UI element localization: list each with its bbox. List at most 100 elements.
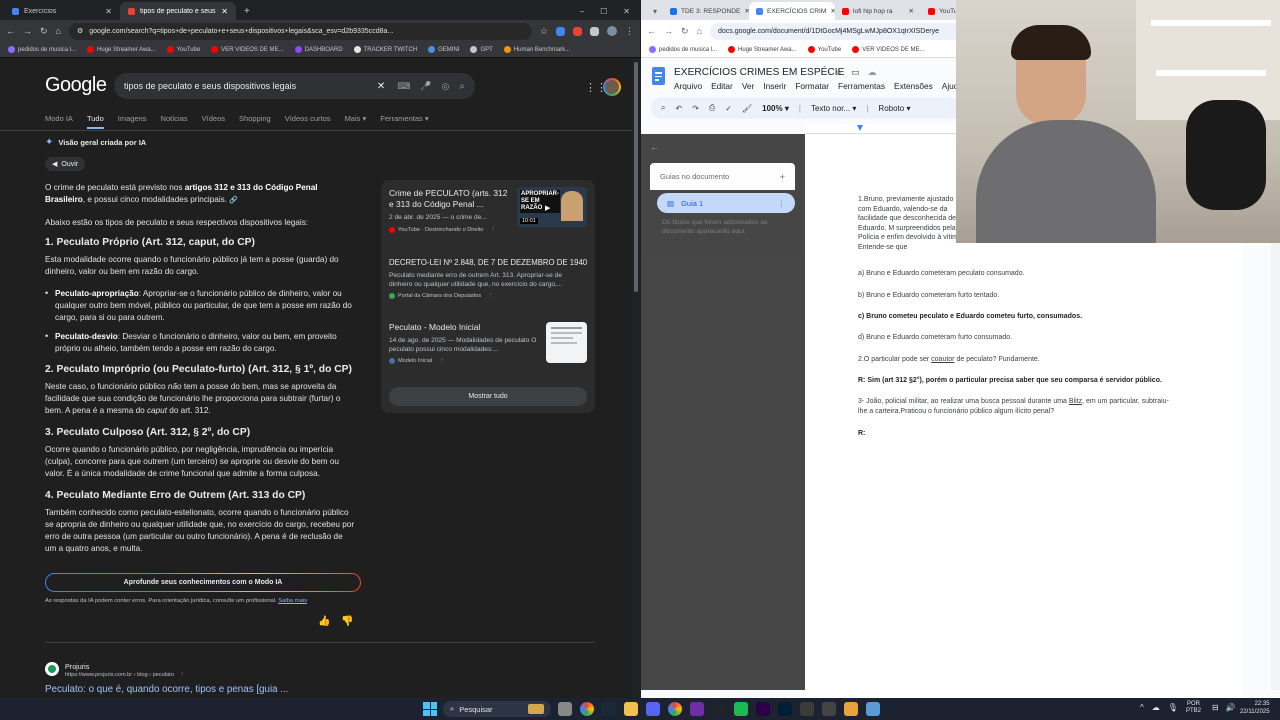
doc-title[interactable]: EXERCÍCIOS CRIMES EM ESPÉCIE: [674, 67, 844, 78]
menu-ferramentas[interactable]: Ferramentas: [838, 81, 885, 91]
star-icon[interactable]: ☆: [835, 67, 843, 78]
site-info-icon[interactable]: ⚙: [77, 27, 83, 35]
menu-formatar[interactable]: Formatar: [795, 81, 829, 91]
home-icon[interactable]: ⌂: [56, 26, 61, 36]
listen-button[interactable]: ◀ Ouvir: [45, 157, 86, 171]
microphone-icon[interactable]: 🎤: [420, 81, 431, 92]
learn-more-link[interactable]: Saiba mais: [278, 598, 307, 604]
cloud-icon[interactable]: ☁: [1152, 703, 1160, 712]
menu-editar[interactable]: Editar: [711, 81, 733, 91]
keyboard-icon[interactable]: ⌨: [397, 81, 410, 92]
menu-ver[interactable]: Ver: [742, 81, 754, 91]
tab-mais[interactable]: Mais ▾: [345, 114, 367, 129]
account-avatar[interactable]: [603, 78, 621, 96]
chrome-icon[interactable]: [580, 702, 594, 716]
menu-arquivo[interactable]: Arquivo: [674, 81, 702, 91]
app-icon[interactable]: [844, 702, 858, 716]
microphone-icon[interactable]: 🎙: [1168, 703, 1178, 712]
close-tab-icon[interactable]: ✕: [221, 7, 228, 16]
address-bar[interactable]: ⚙ google.com/search?q=tipos+de+peculato+…: [68, 22, 532, 40]
windows-start-icon[interactable]: [423, 702, 437, 716]
show-all-button[interactable]: Mostrar tudo: [389, 387, 587, 406]
result-title-link[interactable]: Peculato: o que é, quando ocorre, tipos …: [45, 684, 288, 695]
extension-icon[interactable]: [556, 26, 565, 36]
bookmark-item[interactable]: pedidos de musica l...: [8, 46, 76, 53]
profile-avatar-icon[interactable]: [607, 26, 617, 36]
task-view-icon[interactable]: [558, 702, 572, 716]
result-url[interactable]: https://www.projuris.com.br › blog › pec…: [65, 672, 185, 678]
more-options-icon[interactable]: ⋮: [439, 358, 445, 364]
photoshop-icon[interactable]: [778, 702, 792, 716]
link-icon[interactable]: 🔗: [229, 197, 238, 204]
spellcheck-icon[interactable]: ✓: [725, 104, 732, 113]
tab-shopping[interactable]: Shopping: [239, 114, 271, 129]
discord-icon[interactable]: [646, 702, 660, 716]
capcut-icon[interactable]: [712, 702, 726, 716]
extensions-puzzle-icon[interactable]: [590, 26, 599, 36]
bookmark-item[interactable]: Huge Streamer Awa...: [728, 46, 797, 53]
menu-inserir[interactable]: Inserir: [763, 81, 786, 91]
redo-icon[interactable]: ↷: [692, 104, 699, 113]
home-icon[interactable]: ⌂: [697, 26, 702, 36]
bookmark-item[interactable]: TRACKER TWITCH: [353, 46, 417, 53]
close-tab-icon[interactable]: ✕: [908, 7, 914, 15]
bookmark-item[interactable]: Huge Streamer Awa...: [87, 46, 156, 53]
clear-search-icon[interactable]: ✕: [377, 81, 385, 92]
app-icon[interactable]: [866, 702, 880, 716]
deepen-ai-mode-button[interactable]: Aprofunde seus conhecimentos com o Modo …: [45, 573, 361, 592]
bookmark-star-icon[interactable]: ☆: [540, 26, 548, 37]
scrollbar-thumb[interactable]: [634, 62, 638, 292]
thumbs-down-icon[interactable]: 👎: [341, 616, 353, 627]
maximize-icon[interactable]: ☐: [600, 7, 607, 16]
paint-format-icon[interactable]: 🖌: [742, 104, 752, 113]
zoom-select[interactable]: 100% ▾: [762, 104, 789, 113]
menu-extensoes[interactable]: Extensões: [894, 81, 933, 91]
app-icon[interactable]: [800, 702, 814, 716]
close-window-icon[interactable]: ✕: [623, 7, 630, 16]
result-site-name[interactable]: Projuris: [65, 662, 89, 671]
video-thumbnail[interactable]: APROPRIAR-SE EM RAZÃO 10:01 ▶: [517, 187, 587, 227]
more-options-icon[interactable]: ⋮: [488, 293, 494, 299]
print-icon[interactable]: ⎙: [709, 103, 715, 113]
tab-imagens[interactable]: Imagens: [118, 114, 147, 129]
premiere-icon[interactable]: [756, 702, 770, 716]
google-logo[interactable]: Google: [45, 74, 107, 97]
tab-google-search[interactable]: tipos de peculato e seus dispo ✕: [120, 2, 236, 20]
reload-icon[interactable]: ↻: [681, 26, 689, 37]
quick-settings[interactable]: ⊟ 🔊: [1212, 703, 1236, 712]
search-menus-icon[interactable]: ⌕: [661, 103, 665, 113]
indent-marker-icon[interactable]: [857, 125, 863, 131]
obs-icon[interactable]: [690, 702, 704, 716]
bookmark-item[interactable]: YouTube: [807, 46, 841, 53]
search-icon[interactable]: ⌕: [459, 81, 465, 92]
menu-dots-icon[interactable]: ⋮: [625, 26, 634, 37]
source-card[interactable]: Crime de PECULATO (arts. 312 e 313 do Có…: [389, 188, 509, 233]
lens-icon[interactable]: ◎: [442, 81, 450, 92]
move-folder-icon[interactable]: ▭: [851, 67, 860, 78]
minimize-icon[interactable]: –: [580, 7, 584, 16]
tab-guia-1[interactable]: ▤ Guia 1 ⋮: [657, 193, 795, 213]
more-options-icon[interactable]: ⋮: [778, 199, 786, 208]
more-options-icon[interactable]: ⋮: [179, 672, 185, 678]
thumbs-up-icon[interactable]: 👍: [318, 616, 330, 627]
app-icon[interactable]: [734, 702, 748, 716]
tab-modo-ia[interactable]: Modo IA: [45, 114, 73, 129]
add-tab-icon[interactable]: +: [780, 172, 785, 182]
font-select[interactable]: Roboto ▾: [878, 104, 910, 113]
extension-icon[interactable]: [573, 26, 582, 36]
source-card[interactable]: DECRETO-LEI Nº 2.848, DE 7 DE DEZEMBRO D…: [389, 257, 587, 299]
forward-icon[interactable]: →: [23, 26, 32, 36]
bookmark-item[interactable]: VER VIDEOS DE ME...: [211, 46, 284, 53]
close-tab-icon[interactable]: ✕: [105, 7, 112, 16]
chrome-profile-icon[interactable]: [668, 702, 682, 716]
tab-lofi[interactable]: lofi hip hop ra ✕: [835, 2, 921, 20]
bookmark-item[interactable]: pedidos de musica l...: [649, 46, 717, 53]
bookmark-item[interactable]: VER VIDEOS DE ME...: [852, 46, 925, 53]
tab-tde3[interactable]: TDE 3: RESPONDE ✕: [663, 2, 749, 20]
tab-ferramentas[interactable]: Ferramentas ▾: [380, 114, 428, 129]
bookmark-item[interactable]: Human Benchmark...: [503, 46, 570, 53]
tab-tudo[interactable]: Tudo: [86, 114, 104, 129]
tab-search-icon[interactable]: ▾: [647, 7, 663, 20]
bookmark-item[interactable]: GPT: [470, 46, 493, 53]
tab-exercicios-docs[interactable]: EXERCÍCIOS CRIM ✕: [749, 2, 836, 20]
